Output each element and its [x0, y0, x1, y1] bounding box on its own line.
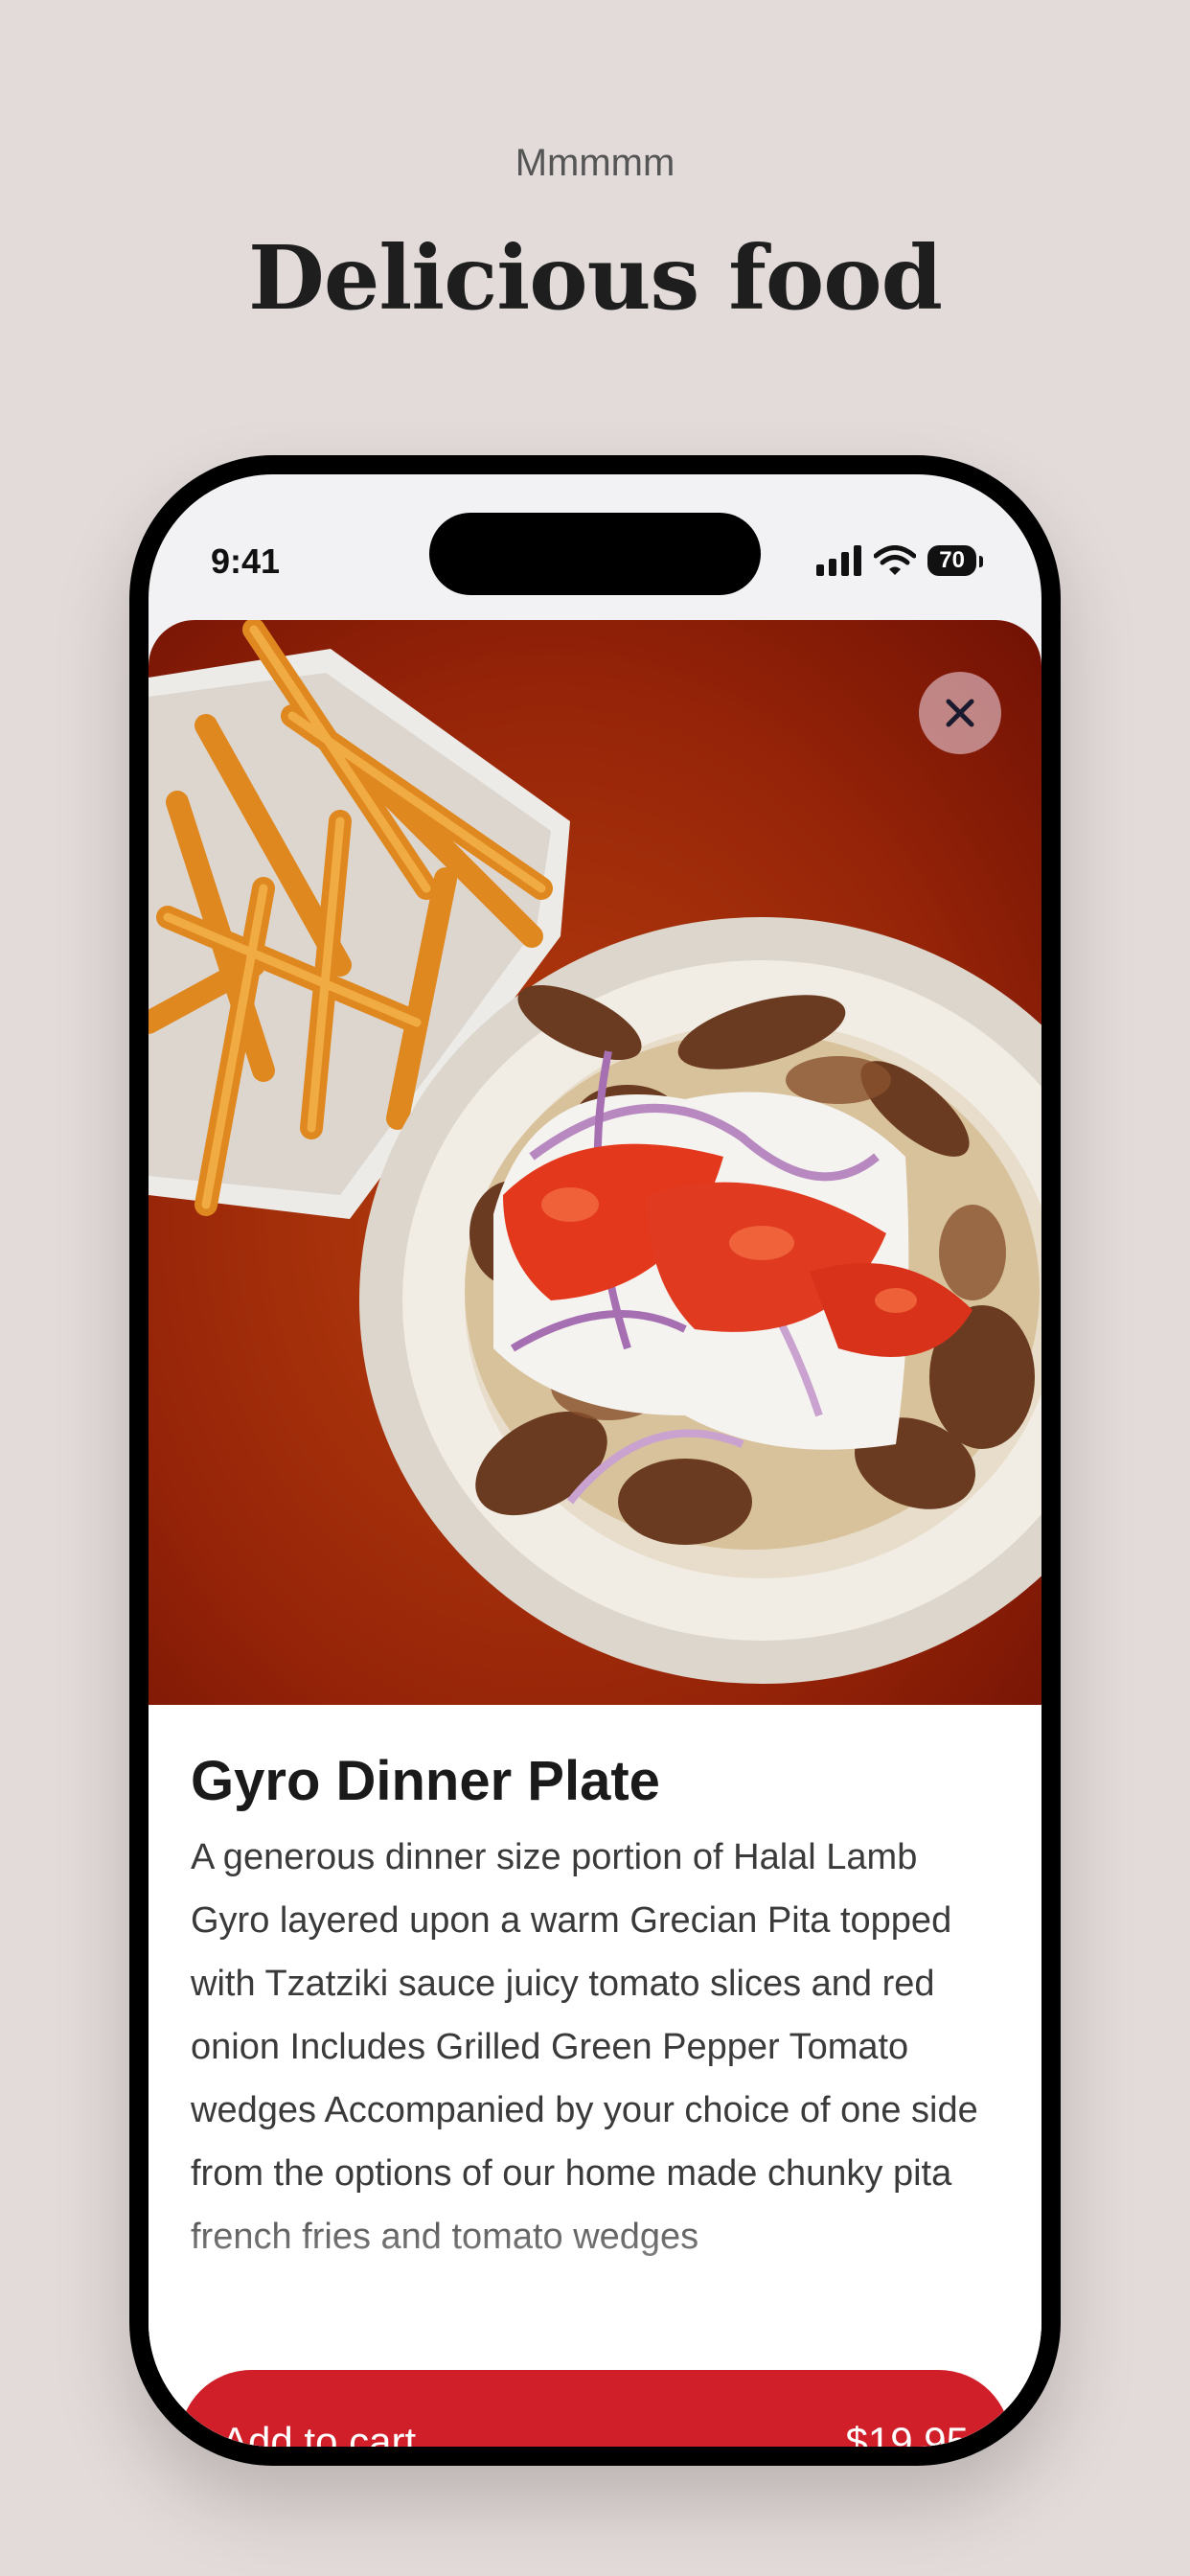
close-button[interactable] [919, 672, 1001, 754]
page-headline: Delicious food [248, 226, 943, 330]
signal-icon [816, 545, 862, 576]
phone-screen: 9:41 70 Gyro Dinner Plate A generous din… [149, 474, 1041, 2447]
status-icons: 70 [816, 545, 983, 576]
product-sheet: Gyro Dinner Plate A generous dinner size… [149, 620, 1041, 2447]
wifi-icon [874, 545, 917, 575]
add-to-cart-label: Add to cart [221, 2419, 417, 2447]
battery-indicator: 70 [927, 545, 983, 576]
eyebrow-text: Mmmmm [515, 142, 675, 184]
dynamic-island [429, 513, 761, 595]
phone-frame: 9:41 70 Gyro Dinner Plate A generous din… [129, 455, 1061, 2466]
close-icon [946, 699, 974, 727]
add-to-cart-button[interactable]: Add to cart $19.95 [179, 2370, 1011, 2447]
product-title: Gyro Dinner Plate [191, 1750, 660, 1812]
status-time: 9:41 [211, 541, 281, 581]
food-photo [149, 620, 1041, 1705]
price-label: $19.95 [845, 2419, 969, 2447]
